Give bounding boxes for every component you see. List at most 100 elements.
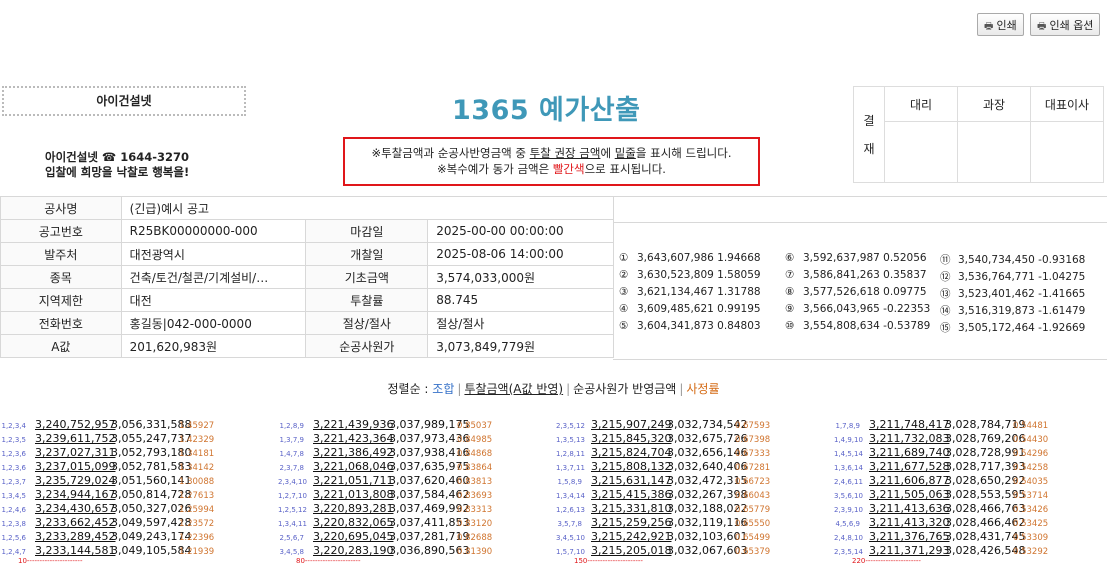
result-row: 1,2,3,6 3,237,015,0993,052,781,5831.34142 — [0, 458, 215, 473]
result-row: 1,3,6,14 3,211,677,5283,028,717,3930.5425… — [834, 458, 1048, 473]
multiple-price-item: ⑬ 3,523,401,462 -1.41665 — [940, 286, 1085, 301]
multiple-price-value: 3,577,526,618 — [803, 286, 884, 298]
sort-bar: 정렬순 : 조합 | 투찰금액(A값 반영) | 순공사원가 반영금액 | 사정률 — [387, 382, 720, 396]
sort-option-rate[interactable]: 사정률 — [686, 382, 719, 396]
approval-sign-2[interactable] — [957, 121, 1031, 183]
multiple-price-item: ② 3,630,523,809 1.58059 — [619, 269, 761, 281]
multiple-price-index: ⑫ — [940, 271, 951, 283]
result-rate: 0.81390 — [457, 547, 493, 557]
result-row: 1,5,7,10 3,215,205,0183,032,067,6030.6537… — [556, 542, 770, 558]
info-label: 공고번호 — [0, 219, 122, 243]
multiple-price-index: ③ — [619, 286, 629, 298]
sort-option-bid-amount[interactable]: 투찰금액(A값 반영) — [464, 382, 563, 396]
info-value: 2025-08-06 14:00:00 — [427, 242, 614, 266]
result-row: 1,2,8,11 3,215,824,7043,032,656,1460.6733… — [556, 444, 770, 459]
page-title: 1365 예가산출 — [452, 95, 641, 126]
company-logo: 아이건설넷 — [2, 86, 246, 116]
result-group-divider: 150---------------------- — [574, 557, 643, 565]
multiple-price-item: ⑧ 3,577,526,618 0.09775 — [785, 286, 927, 298]
result-bid-amount[interactable]: 3,211,371,293 — [869, 544, 949, 558]
print-button[interactable]: 🖶 인쇄 — [977, 13, 1024, 36]
result-net-cost: 3,032,067,603 — [667, 544, 748, 557]
info-label: 기초금액 — [305, 265, 429, 289]
result-row: 1,7,8,9 3,211,748,4173,028,784,7190.54481 — [834, 416, 1049, 431]
printer-icon: 🖶 — [984, 21, 994, 32]
multiple-price-rate: 0.09775 — [883, 286, 927, 298]
multiple-price-rate: -1.04275 — [1038, 271, 1086, 283]
multiple-price-value: 3,523,401,462 — [958, 288, 1039, 300]
result-row: 1,3,7,9 3,221,423,3643,037,973,4360.84985 — [278, 430, 493, 445]
multiple-price-rate: -1.61479 — [1038, 305, 1086, 317]
approval-col-3: 대표이사 — [1030, 86, 1104, 122]
multiple-price-rate: -0.93168 — [1038, 254, 1086, 266]
approval-side-label: 결재 — [853, 86, 885, 183]
result-row: 1,2,3,8 3,233,662,4523,049,597,4281.23572 — [0, 514, 215, 529]
result-net-cost: 3,028,426,548 — [945, 544, 1026, 557]
result-row: 1,3,5,13 3,215,845,3203,032,675,7260.6739… — [556, 430, 770, 445]
result-row: 3,4,5,10 3,215,242,9213,032,103,6010.6549… — [556, 528, 770, 543]
multiple-price-item: ⑪ 3,540,734,450 -0.93168 — [940, 252, 1085, 267]
result-row: 1,4,5,14 3,211,689,7403,028,728,9910.5429… — [834, 444, 1048, 459]
result-bid-amount[interactable]: 3,220,283,190 — [313, 544, 393, 558]
info-label: 절상/절사 — [305, 311, 429, 335]
result-row: 3,4,5,8 3,220,283,1903,036,890,5630.81390 — [278, 542, 493, 558]
multiple-price-item: ⑩ 3,554,808,634 -0.53789 — [785, 320, 930, 332]
info-value: 88.745 — [427, 288, 614, 312]
result-row: 1,2,7,10 3,221,013,8083,037,584,4620.8369… — [278, 486, 492, 501]
notice-line-1: ※투찰금액과 순공사반영금액 중 투찰 권장 금액에 밑줄을 표시해 드립니다. — [371, 146, 732, 160]
result-bid-amount[interactable]: 3,215,205,018 — [591, 544, 671, 558]
notice-line-2: ※복수예가 동가 금액은 빨간색으로 표시됩니다. — [437, 162, 666, 176]
sort-option-combination[interactable]: 조합 — [432, 382, 454, 396]
result-group-divider: 10---------------------- — [18, 557, 83, 565]
multiple-price-value: 3,621,134,467 — [637, 286, 718, 298]
multiple-price-value: 3,566,043,965 — [803, 303, 884, 315]
multiple-price-rate: -0.53789 — [883, 320, 931, 332]
sort-option-net-cost[interactable]: 순공사원가 반영금액 — [573, 382, 676, 396]
print-options-button[interactable]: 🖶 인쇄 옵션 — [1030, 13, 1101, 36]
info-label: 종목 — [0, 265, 122, 289]
result-row: 1,2,4,7 3,233,144,5813,049,105,5841.21939 — [0, 542, 215, 558]
approval-sign-3[interactable] — [1030, 121, 1104, 183]
multiple-price-index: ② — [619, 269, 629, 281]
result-net-cost: 3,036,890,563 — [389, 544, 470, 557]
multiple-price-item: ③ 3,621,134,467 1.31788 — [619, 286, 761, 298]
multiple-price-index: ⑧ — [785, 286, 795, 298]
info-label: A값 — [0, 334, 122, 358]
info-value: 건축/토건/철콘/기계설비/… — [120, 265, 307, 289]
result-row: 1,2,5,12 3,220,893,2813,037,469,9920.8331… — [278, 500, 492, 515]
result-row: 2,3,5,14 3,211,371,2933,028,426,5480.5329… — [834, 542, 1048, 558]
result-row: 2,3,7,8 3,221,068,0463,037,635,9750.83864 — [278, 458, 493, 473]
info-label: 전화번호 — [0, 311, 122, 335]
multiple-price-value: 3,643,607,986 — [637, 252, 718, 264]
multiple-price-value: 3,536,764,771 — [958, 271, 1039, 283]
notice-box: ※투찰금액과 순공사반영금액 중 투찰 권장 금액에 밑줄을 표시해 드립니다.… — [343, 137, 760, 186]
multiple-price-index: ④ — [619, 303, 629, 315]
result-row: 2,4,6,11 3,211,606,8773,028,650,2920.5403… — [834, 472, 1048, 487]
info-row: 지역제한 대전 투찰률 88.745 — [0, 288, 614, 312]
result-net-cost: 3,049,105,584 — [111, 544, 192, 557]
multiple-price-rate: 1.94668 — [717, 252, 761, 264]
result-bid-amount[interactable]: 3,233,144,581 — [35, 544, 115, 558]
multiple-price-value: 3,592,637,987 — [803, 252, 884, 264]
bid-info-table: 공사명 (긴급)예시 공고 공고번호 R25BK00000000-000 마감일… — [0, 196, 615, 358]
multiple-price-rate: -0.22353 — [883, 303, 931, 315]
info-value: 3,574,033,000원 — [427, 265, 614, 289]
info-label: 개찰일 — [305, 242, 429, 266]
result-row: 3,5,7,8 3,215,259,2563,032,119,1160.65550 — [556, 514, 771, 529]
company-contact: 아이건설넷 ☎ 1644-3270 — [45, 150, 190, 164]
multiple-price-index: ⑪ — [940, 254, 951, 266]
result-row: 1,2,3,5 3,239,611,7523,055,247,7371.42329 — [0, 430, 215, 445]
info-row: 공고번호 R25BK00000000-000 마감일 2025-00-00 00… — [0, 219, 614, 243]
company-slogan: 입찰에 희망을 낙찰로 행복을! — [45, 165, 190, 179]
multiple-price-item: ④ 3,609,485,621 0.99195 — [619, 303, 761, 315]
multiple-price-value: 3,604,341,873 — [637, 320, 718, 332]
company-info: 아이건설넷 ☎ 1644-3270 입찰에 희망을 낙찰로 행복을! — [45, 150, 189, 180]
info-label: 지역제한 — [0, 288, 122, 312]
info-row: 공사명 (긴급)예시 공고 — [0, 196, 615, 220]
approval-sign-1[interactable] — [884, 121, 958, 183]
result-row: 1,2,3,4 3,240,752,9573,056,331,5881.45927 — [0, 416, 215, 431]
result-row: 1,2,3,6 3,237,027,3113,052,793,1801.34181 — [0, 444, 215, 459]
info-label: 마감일 — [305, 219, 429, 243]
info-row: A값 201,620,983원 순공사원가 3,073,849,779원 — [0, 334, 614, 358]
multiple-price-rate: 0.99195 — [717, 303, 761, 315]
